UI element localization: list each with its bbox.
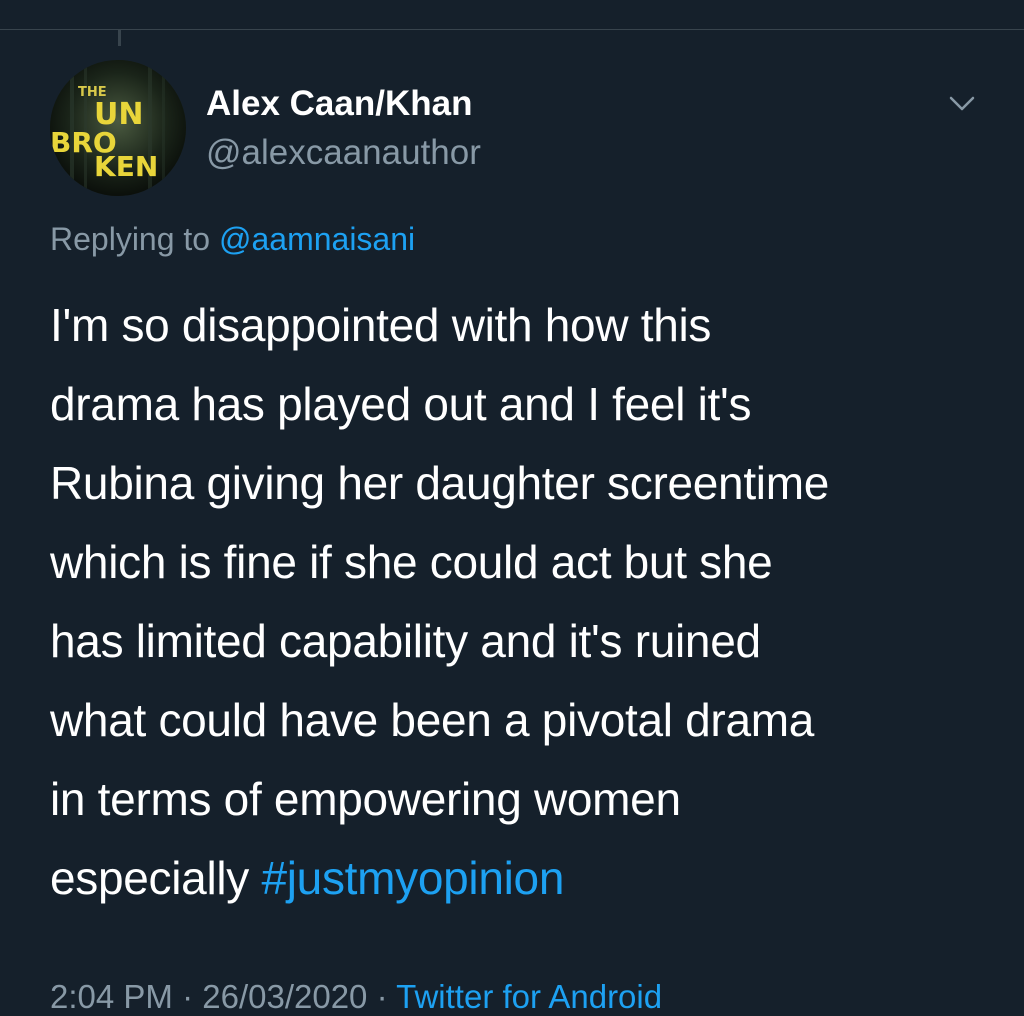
top-divider — [0, 29, 1024, 30]
replying-to-mention-link[interactable]: @aamnaisani — [219, 221, 415, 257]
tweet-text-line: has limited capability and it's ruined — [50, 615, 761, 667]
tweet-source-link[interactable]: Twitter for Android — [396, 978, 662, 1015]
book-cover-avatar-icon: THE UN BRO KEN — [50, 60, 186, 196]
tweet-text-line: in terms of empowering women — [50, 773, 681, 825]
tweet-text-line: which is fine if she could act but she — [50, 536, 773, 588]
tweet-text: I'm so disappointed with how this drama … — [50, 286, 990, 918]
tweet-date: 26/03/2020 — [202, 978, 368, 1015]
tweet-text-last-line: especially #justmyopinion — [50, 839, 990, 918]
meta-separator: · — [367, 978, 397, 1015]
author-handle[interactable]: @alexcaanauthor — [206, 133, 481, 173]
tweet-text-line-start: especially — [50, 852, 262, 904]
author-display-name[interactable]: Alex Caan/Khan — [206, 84, 472, 124]
tweet-text-line: I'm so disappointed with how this — [50, 299, 712, 351]
tweet-time: 2:04 PM — [50, 978, 173, 1015]
tweet-text-line: drama has played out and I feel it's — [50, 378, 752, 430]
replying-to: Replying to @aamnaisani — [50, 221, 415, 258]
tweet-text-line: Rubina giving her daughter screentime — [50, 457, 830, 509]
svg-text:KEN: KEN — [94, 150, 158, 183]
hashtag-link[interactable]: #justmyopinion — [261, 852, 564, 904]
thread-connector-line — [118, 30, 121, 46]
tweet-meta: 2:04 PM · 26/03/2020 · Twitter for Andro… — [50, 978, 662, 1016]
avatar[interactable]: THE UN BRO KEN — [50, 60, 186, 196]
chevron-down-icon[interactable] — [944, 86, 980, 122]
meta-separator: · — [172, 978, 203, 1015]
replying-to-label: Replying to — [50, 221, 211, 257]
tweet-text-line: what could have been a pivotal drama — [50, 694, 815, 746]
